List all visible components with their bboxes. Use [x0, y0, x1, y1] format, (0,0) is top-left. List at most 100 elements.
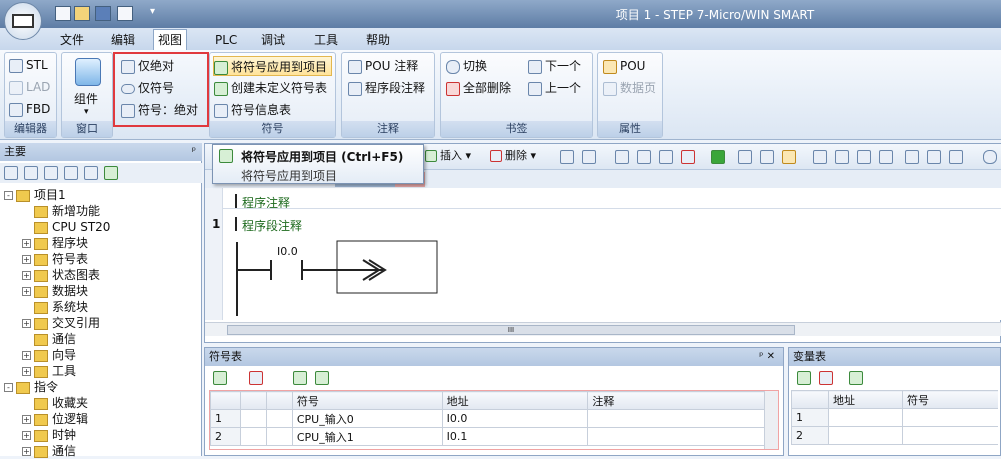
tree-item[interactable]: + 位逻辑 [4, 411, 200, 427]
lock-c-icon[interactable] [782, 150, 796, 164]
tool-e-icon[interactable] [659, 150, 673, 164]
run-arrow-icon[interactable] [711, 150, 725, 164]
table-cell[interactable] [828, 426, 903, 445]
column-header[interactable] [239, 391, 267, 410]
table-row[interactable]: 2 [791, 426, 998, 445]
tree-item[interactable]: + 通信 [4, 443, 200, 459]
branch-d-icon[interactable] [879, 150, 893, 164]
tree-item[interactable]: 收藏夹 [4, 395, 200, 411]
table-cell[interactable] [265, 427, 293, 446]
expand-icon[interactable]: + [22, 271, 31, 280]
branch-c-icon[interactable] [857, 150, 871, 164]
toggle-bookmark-button[interactable]: 切换 [446, 56, 487, 76]
table-cell[interactable]: 1 [210, 409, 241, 428]
tree-tool-1-icon[interactable] [4, 166, 18, 180]
pou-properties-button[interactable]: POU [603, 56, 645, 76]
tree-tool-4-icon[interactable] [64, 166, 78, 180]
table-row[interactable]: 2 CPU_输入1 I0.1 [210, 427, 767, 446]
symbol-info-button[interactable]: 符号信息表 [214, 100, 291, 120]
tool-a-icon[interactable] [560, 150, 574, 164]
table-cell[interactable]: 1 [791, 408, 829, 427]
table-cell[interactable] [587, 409, 767, 428]
previous-bookmark-button[interactable]: 上一个 [528, 78, 581, 98]
add-row-icon[interactable] [213, 371, 227, 385]
delete-button[interactable]: 删除 ▾ [490, 146, 536, 166]
editor-hscrollbar[interactable]: III [205, 322, 1001, 336]
column-header[interactable]: 符号 [291, 391, 443, 410]
column-header[interactable]: 符号 [902, 390, 998, 409]
var-add-icon[interactable] [797, 371, 811, 385]
delete-all-bookmarks-button[interactable]: 全部删除 [446, 78, 511, 98]
table-cell[interactable]: CPU_输入1 [291, 427, 443, 446]
next-bookmark-button[interactable]: 下一个 [528, 56, 581, 76]
menu-plc[interactable]: PLC [211, 31, 241, 49]
ladder-rung[interactable] [205, 228, 465, 318]
var-delete-icon[interactable] [819, 371, 833, 385]
menu-view[interactable]: 视图 [153, 29, 188, 50]
table-cell[interactable]: I0.1 [441, 427, 589, 446]
column-header[interactable] [791, 390, 829, 409]
tree-tool-3-icon[interactable] [44, 166, 58, 180]
expand-icon[interactable]: + [22, 255, 31, 264]
apply-symbols-button[interactable]: 将符号应用到项目 [213, 56, 333, 76]
delete-row-icon[interactable] [249, 371, 263, 385]
component-dropdown-icon[interactable]: ▾ [84, 107, 89, 117]
lock-b-icon[interactable] [760, 150, 774, 164]
expand-icon[interactable]: + [22, 415, 31, 424]
tree-item[interactable]: + 状态图表 [4, 267, 200, 283]
menu-tools[interactable]: 工具 [310, 31, 342, 49]
create-symbols-icon[interactable] [293, 371, 307, 385]
menu-edit[interactable]: 编辑 [107, 31, 139, 49]
tree-tool-5-icon[interactable] [84, 166, 98, 180]
branch-b-icon[interactable] [835, 150, 849, 164]
table-row[interactable]: 1 CPU_输入0 I0.0 [210, 409, 767, 428]
column-header[interactable]: 地址 [828, 390, 903, 409]
open-folder-icon[interactable] [74, 6, 90, 21]
var-apply-icon[interactable] [849, 371, 863, 385]
contact-icon[interactable] [905, 150, 919, 164]
tree-item[interactable]: 系统块 [4, 299, 200, 315]
table-cell[interactable] [239, 409, 267, 428]
symbol-table-vscroll[interactable] [764, 391, 778, 449]
quick-access-dropdown-icon[interactable]: ▾ [150, 6, 155, 17]
app-menu-button[interactable] [4, 2, 42, 40]
tree-item[interactable]: + 时钟 [4, 427, 200, 443]
create-undefined-symbols-button[interactable]: 创建未定义符号表 [214, 78, 327, 98]
tool-f-icon[interactable] [681, 150, 695, 164]
coil-icon[interactable] [927, 150, 941, 164]
table-cell[interactable] [265, 409, 293, 428]
tree-item[interactable]: - 指令 [4, 379, 200, 395]
tree-item[interactable]: + 程序块 [4, 235, 200, 251]
table-cell[interactable] [587, 427, 767, 446]
table-cell[interactable] [902, 408, 998, 427]
rung-comment-button[interactable]: 程序段注释 [348, 78, 425, 98]
expand-icon[interactable]: + [22, 351, 31, 360]
data-page-button[interactable]: 数据页 [603, 78, 656, 98]
tool-c-icon[interactable] [615, 150, 629, 164]
tree-item[interactable]: + 工具 [4, 363, 200, 379]
branch-a-icon[interactable] [813, 150, 827, 164]
toggle-icon[interactable] [983, 150, 997, 164]
column-header[interactable] [210, 391, 241, 410]
tree-item[interactable]: + 向导 [4, 347, 200, 363]
menu-help[interactable]: 帮助 [362, 31, 394, 49]
symbol-table-close-icon[interactable]: ᵖ ✕ [759, 348, 775, 366]
pou-comment-button[interactable]: POU 注释 [348, 56, 418, 76]
tree-tool-6-icon[interactable] [104, 166, 118, 180]
menu-debug[interactable]: 调试 [257, 31, 289, 49]
hscroll-thumb[interactable]: III [227, 325, 795, 335]
expand-icon[interactable]: + [22, 447, 31, 456]
insert-button[interactable]: 插入 ▾ [425, 146, 471, 166]
table-cell[interactable]: 2 [210, 427, 241, 446]
tool-b-icon[interactable] [582, 150, 596, 164]
expand-icon[interactable]: + [22, 431, 31, 440]
expand-icon[interactable]: + [22, 239, 31, 248]
tree-item[interactable]: 新增功能 [4, 203, 200, 219]
tree-item[interactable]: + 交叉引用 [4, 315, 200, 331]
save-icon[interactable] [95, 6, 111, 21]
tree-tool-2-icon[interactable] [24, 166, 38, 180]
apply-icon[interactable] [315, 371, 329, 385]
column-header[interactable]: 注释 [587, 391, 767, 410]
column-header[interactable] [265, 391, 293, 410]
table-cell[interactable]: CPU_输入0 [291, 409, 443, 428]
